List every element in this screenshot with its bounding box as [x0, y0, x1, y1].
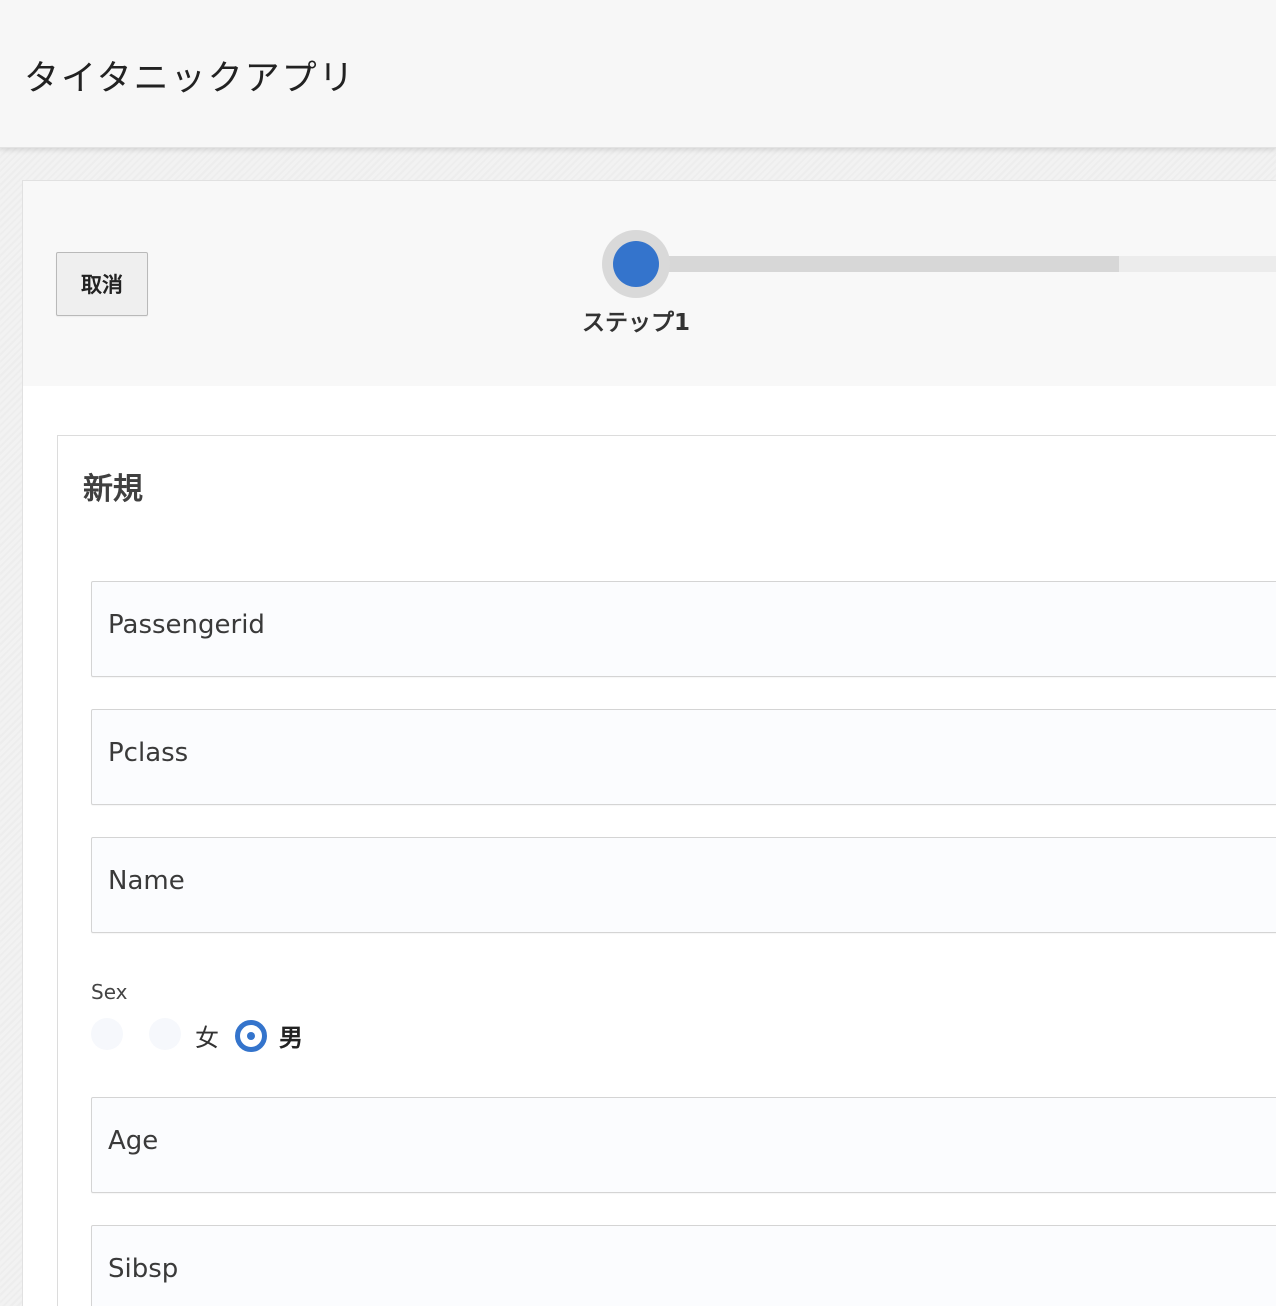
- sex-radio-male[interactable]: [235, 1020, 267, 1052]
- app-header: タイタニックアプリ: [0, 0, 1276, 148]
- radio-selected-dot: [247, 1032, 255, 1040]
- step-dot-current: [613, 241, 659, 287]
- sex-option-male-label: 男: [279, 1024, 303, 1052]
- sex-label: Sex: [91, 980, 128, 1004]
- pclass-label: Pclass: [108, 738, 189, 768]
- sibsp-field[interactable]: Sibsp: [91, 1225, 1276, 1306]
- sex-radio-female[interactable]: [149, 1018, 181, 1050]
- cancel-button[interactable]: 取消: [56, 252, 148, 316]
- age-field[interactable]: Age: [91, 1097, 1276, 1193]
- step-indicator[interactable]: [602, 230, 670, 298]
- sex-radio-blank-1[interactable]: [91, 1018, 123, 1050]
- step-label: ステップ1: [581, 310, 690, 336]
- sex-option-female-label: 女: [195, 1024, 219, 1052]
- main-panel: 取消 ステップ1 新規 Passengerid Pclass Name Sex …: [22, 180, 1276, 1306]
- sex-radio-group: 女 男: [91, 1017, 391, 1053]
- form-card: 新規 Passengerid Pclass Name Sex 女 男 Age S…: [57, 435, 1276, 1306]
- wizard-header: 取消 ステップ1: [23, 181, 1276, 386]
- form-title: 新規: [83, 472, 143, 507]
- name-field[interactable]: Name: [91, 837, 1276, 933]
- name-label: Name: [108, 866, 185, 896]
- sibsp-label: Sibsp: [108, 1254, 179, 1284]
- pclass-field[interactable]: Pclass: [91, 709, 1276, 805]
- progress-fill: [638, 256, 1119, 272]
- passengerid-field[interactable]: Passengerid: [91, 581, 1276, 677]
- app-title: タイタニックアプリ: [24, 59, 356, 99]
- age-label: Age: [108, 1126, 159, 1156]
- passengerid-label: Passengerid: [108, 610, 265, 640]
